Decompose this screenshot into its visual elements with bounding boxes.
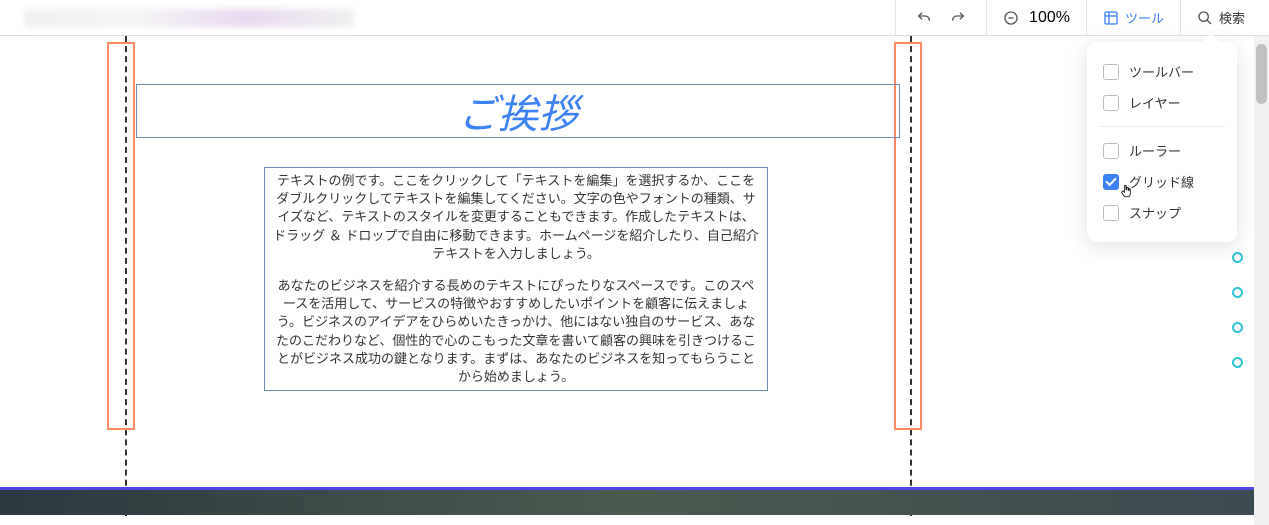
dropdown-item-toolbar[interactable]: ツールバー bbox=[1103, 56, 1221, 87]
tools-button[interactable]: ツール bbox=[1103, 8, 1164, 27]
dropdown-divider bbox=[1099, 126, 1225, 127]
page-area: ご挨拶 テキストの例です。ここをクリックして「テキストを編集」を選択するか、ここ… bbox=[0, 36, 1269, 516]
redo-button[interactable] bbox=[946, 6, 970, 30]
top-toolbar: 100% ツール 検索 bbox=[0, 0, 1269, 36]
editor-canvas[interactable]: ご挨拶 テキストの例です。ここをクリックして「テキストを編集」を選択するか、ここ… bbox=[0, 36, 1269, 525]
undo-redo-section bbox=[895, 0, 986, 35]
checkbox-toolbar[interactable] bbox=[1103, 64, 1119, 80]
dropdown-label: グリッド線 bbox=[1129, 172, 1194, 191]
title-text: ご挨拶 bbox=[458, 82, 578, 140]
anchor-dot[interactable] bbox=[1232, 252, 1243, 263]
search-button[interactable]: 検索 bbox=[1197, 8, 1245, 27]
dropdown-item-layers[interactable]: レイヤー bbox=[1103, 87, 1221, 118]
highlight-marker-left bbox=[107, 42, 135, 430]
undo-button[interactable] bbox=[912, 6, 936, 30]
footer-strip bbox=[0, 487, 1254, 515]
body-paragraph-2: あなたのビジネスを紹介する長めのテキストにぴったりなスペースです。このスペースを… bbox=[273, 277, 759, 386]
zoom-section: 100% bbox=[986, 0, 1086, 35]
dropdown-item-gridlines[interactable]: グリッド線 bbox=[1103, 166, 1221, 197]
vertical-scrollbar[interactable] bbox=[1254, 36, 1269, 525]
checkbox-snap[interactable] bbox=[1103, 205, 1119, 221]
scrollbar-thumb[interactable] bbox=[1256, 44, 1267, 104]
search-label: 検索 bbox=[1219, 8, 1245, 27]
tools-label: ツール bbox=[1125, 8, 1164, 27]
checkbox-ruler[interactable] bbox=[1103, 143, 1119, 159]
anchor-dot[interactable] bbox=[1232, 357, 1243, 368]
dropdown-label: ルーラー bbox=[1129, 141, 1181, 160]
dropdown-label: スナップ bbox=[1129, 203, 1181, 222]
checkbox-gridlines[interactable] bbox=[1103, 174, 1119, 190]
tools-dropdown: ツールバー レイヤー ルーラー グリッド線 スナップ bbox=[1087, 42, 1237, 242]
search-icon bbox=[1197, 10, 1213, 26]
tools-section: ツール bbox=[1086, 0, 1180, 35]
zoom-out-icon bbox=[1003, 10, 1019, 26]
dropdown-label: レイヤー bbox=[1129, 93, 1181, 112]
checkbox-layers[interactable] bbox=[1103, 95, 1119, 111]
anchor-dot[interactable] bbox=[1232, 287, 1243, 298]
body-paragraph-1: テキストの例です。ここをクリックして「テキストを編集」を選択するか、ここをダブル… bbox=[273, 172, 759, 263]
dropdown-item-ruler[interactable]: ルーラー bbox=[1103, 135, 1221, 166]
title-text-element[interactable]: ご挨拶 bbox=[136, 84, 900, 138]
dropdown-item-snap[interactable]: スナップ bbox=[1103, 197, 1221, 228]
search-section: 検索 bbox=[1180, 0, 1261, 35]
toolbar-right: 100% ツール 検索 bbox=[895, 0, 1261, 35]
anchor-dot[interactable] bbox=[1232, 322, 1243, 333]
page-anchor-dots bbox=[1232, 252, 1243, 368]
toolbar-left bbox=[8, 9, 895, 27]
undo-icon bbox=[916, 10, 932, 26]
zoom-level-text: 100% bbox=[1029, 9, 1070, 27]
blurred-breadcrumb bbox=[24, 9, 354, 27]
zoom-out-button[interactable] bbox=[1003, 10, 1019, 26]
redo-icon bbox=[950, 10, 966, 26]
body-text-element[interactable]: テキストの例です。ここをクリックして「テキストを編集」を選択するか、ここをダブル… bbox=[264, 167, 768, 391]
layout-icon bbox=[1103, 10, 1119, 26]
dropdown-label: ツールバー bbox=[1129, 62, 1194, 81]
